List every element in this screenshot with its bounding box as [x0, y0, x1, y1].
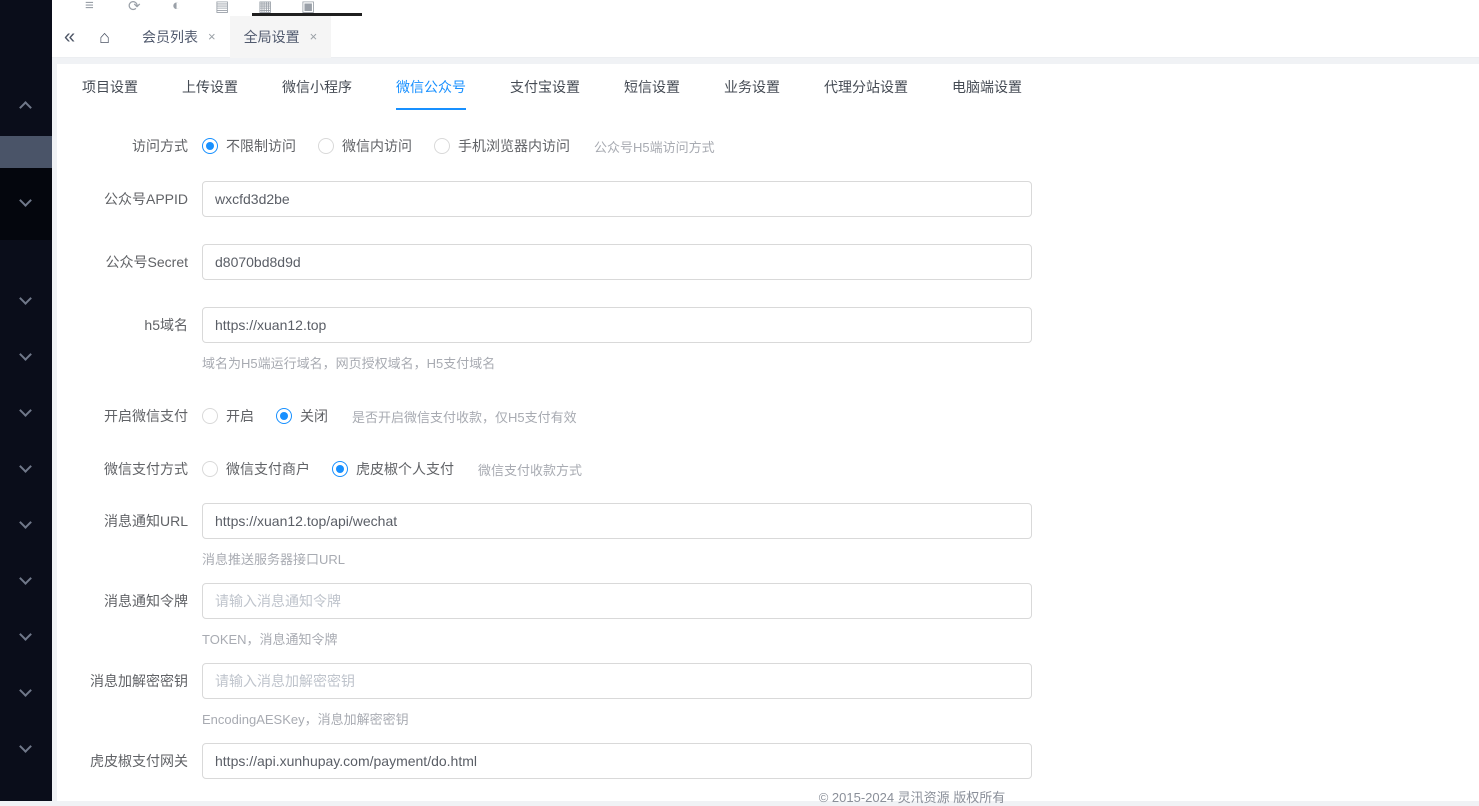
field-label: 公众号Secret [57, 244, 188, 280]
tab-label: 全局设置 [244, 27, 300, 47]
settings-form: 访问方式 不限制访问 微信内访问 手机浏览器内访问 公众号H5端访问方式 公众 [57, 110, 1479, 779]
field-label: 消息通知URL [57, 503, 188, 539]
tab-upload-settings[interactable]: 上传设置 [182, 64, 238, 110]
radio-label: 微信支付商户 [226, 459, 310, 479]
radio-icon [332, 461, 348, 477]
chevron-down-icon[interactable] [19, 348, 32, 361]
chevron-down-icon[interactable] [19, 628, 32, 641]
home-icon[interactable]: ⌂ [99, 28, 110, 46]
settings-tabs: 项目设置 上传设置 微信小程序 微信公众号 支付宝设置 短信设置 业务设置 代理… [57, 64, 1479, 110]
secret-input[interactable] [202, 244, 1032, 280]
tab-agent-settings[interactable]: 代理分站设置 [824, 64, 908, 110]
tab-global-settings[interactable]: 全局设置 × [230, 16, 332, 58]
tab-member-list[interactable]: 会员列表 × [128, 16, 230, 58]
h5-domain-input[interactable] [202, 307, 1032, 343]
radio-icon [202, 461, 218, 477]
radio-unrestricted-access[interactable]: 不限制访问 [202, 136, 296, 156]
radio-label: 开启 [226, 406, 254, 426]
radio-icon [276, 408, 292, 424]
notify-url-input[interactable] [202, 503, 1032, 539]
theme-icon[interactable]: ◐ [172, 0, 181, 14]
radio-icon [202, 408, 218, 424]
tab-label: 会员列表 [142, 27, 198, 47]
token-input[interactable] [202, 583, 1032, 619]
radio-wechat-access[interactable]: 微信内访问 [318, 136, 412, 156]
radio-label: 微信内访问 [342, 136, 412, 156]
gateway-input[interactable] [202, 743, 1032, 779]
field-hint: 公众号H5端访问方式 [594, 137, 715, 156]
field-label: 访问方式 [57, 136, 188, 156]
appid-input[interactable] [202, 181, 1032, 217]
radio-hupijiao-personal[interactable]: 虎皮椒个人支付 [332, 459, 454, 479]
tab-wechat-miniapp[interactable]: 微信小程序 [282, 64, 352, 110]
radio-label: 关闭 [300, 406, 328, 426]
tab-alipay-settings[interactable]: 支付宝设置 [510, 64, 580, 110]
sidebar-item-active[interactable] [0, 136, 52, 168]
field-hint: TOKEN，消息通知令牌 [202, 632, 1032, 648]
tab-project-settings[interactable]: 项目设置 [82, 64, 138, 110]
settings-panel: 项目设置 上传设置 微信小程序 微信公众号 支付宝设置 短信设置 业务设置 代理… [57, 64, 1479, 801]
radio-icon [318, 138, 334, 154]
tab-business-settings[interactable]: 业务设置 [724, 64, 780, 110]
radio-mobile-browser-access[interactable]: 手机浏览器内访问 [434, 136, 570, 156]
layout-icon[interactable]: ▤ [215, 0, 229, 15]
field-hint: 是否开启微信支付收款，仅H5支付有效 [352, 407, 577, 426]
tab-bar: « ⌂ 会员列表 × 全局设置 × [52, 16, 1479, 58]
chevron-down-icon[interactable] [19, 404, 32, 417]
close-icon[interactable]: × [208, 29, 216, 44]
chevron-down-icon[interactable] [19, 684, 32, 697]
radio-wxpay-on[interactable]: 开启 [202, 406, 254, 426]
tab-sms-settings[interactable]: 短信设置 [624, 64, 680, 110]
radio-wxpay-off[interactable]: 关闭 [276, 406, 328, 426]
chevron-up-icon[interactable] [19, 101, 32, 114]
radio-label: 虎皮椒个人支付 [356, 459, 454, 479]
radio-icon [202, 138, 218, 154]
field-label: 微信支付方式 [57, 459, 188, 479]
chevron-down-icon[interactable] [19, 460, 32, 473]
field-label: h5域名 [57, 307, 188, 343]
field-hint: 消息推送服务器接口URL [202, 552, 1032, 568]
radio-label: 不限制访问 [226, 136, 296, 156]
aeskey-input[interactable] [202, 663, 1032, 699]
field-hint: EncodingAESKey，消息加解密密钥 [202, 712, 1032, 728]
header-bar: ≡ ⟳ ◐ ▤ ▦ ▣ [52, 0, 1479, 16]
field-label: 开启微信支付 [57, 406, 188, 426]
tab-wechat-official[interactable]: 微信公众号 [396, 64, 466, 110]
copyright: © 2015-2024 灵汛资源 版权所有 [57, 787, 1479, 806]
field-label: 虎皮椒支付网关 [57, 743, 188, 779]
collapse-sidebar-icon[interactable]: « [64, 27, 75, 47]
radio-icon [434, 138, 450, 154]
chevron-down-icon[interactable] [19, 740, 32, 753]
menu-icon[interactable]: ≡ [85, 0, 94, 14]
chevron-down-icon[interactable] [19, 572, 32, 585]
close-icon[interactable]: × [310, 29, 318, 44]
chevron-down-icon[interactable] [19, 516, 32, 529]
field-hint: 域名为H5端运行域名，网页授权域名，H5支付域名 [202, 356, 1032, 372]
radio-label: 手机浏览器内访问 [458, 136, 570, 156]
field-label: 消息通知令牌 [57, 583, 188, 619]
radio-wxpay-merchant[interactable]: 微信支付商户 [202, 459, 310, 479]
field-label: 公众号APPID [57, 181, 188, 217]
sidebar [0, 0, 52, 801]
tab-pc-settings[interactable]: 电脑端设置 [952, 64, 1022, 110]
field-hint: 微信支付收款方式 [478, 460, 582, 479]
field-label: 消息加解密密钥 [57, 663, 188, 699]
refresh-icon[interactable]: ⟳ [128, 0, 141, 15]
chevron-down-icon[interactable] [19, 292, 32, 305]
